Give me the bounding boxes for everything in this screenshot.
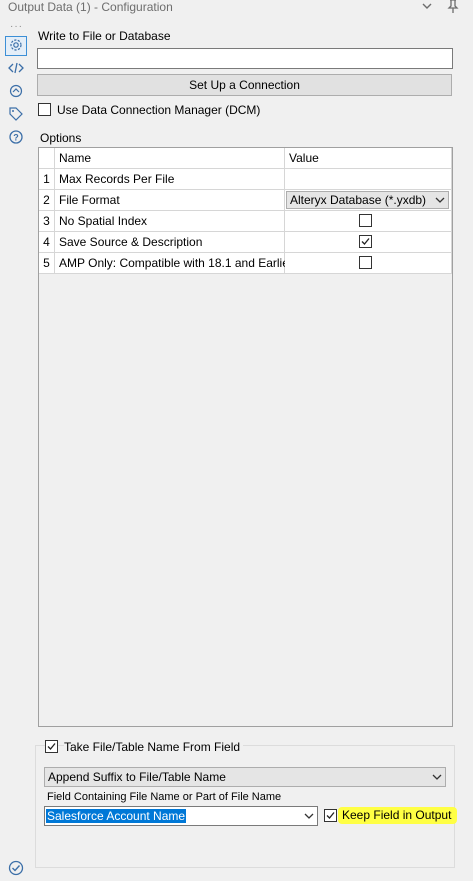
window-title: Output Data (1) - Configuration [8, 0, 173, 14]
dcm-label: Use Data Connection Manager (DCM) [57, 103, 261, 117]
title-bar: Output Data (1) - Configuration [0, 0, 473, 16]
check-circle-icon [8, 860, 24, 879]
chevron-down-icon [435, 193, 445, 211]
no-spatial-index-checkbox[interactable] [359, 214, 372, 227]
file-format-value: Alteryx Database (*.yxdb) [290, 193, 427, 207]
row-number: 4 [39, 232, 55, 253]
amp-only-cell [285, 253, 452, 274]
pin-icon[interactable] [446, 0, 460, 17]
chevron-down-icon [432, 770, 442, 789]
grid-corner [39, 148, 55, 169]
sidebar-item-help[interactable]: ? [5, 128, 27, 148]
options-grid: Name Value 1 Max Records Per File 2 File… [38, 147, 453, 727]
keep-field-label: Keep Field in Output [338, 807, 458, 824]
sidebar-item-configuration[interactable] [5, 36, 27, 56]
save-source-checkbox[interactable] [359, 235, 372, 248]
file-format-cell: Alteryx Database (*.yxdb) [285, 190, 452, 211]
save-source-cell [285, 232, 452, 253]
tag-icon [8, 106, 24, 125]
file-format-dropdown[interactable]: Alteryx Database (*.yxdb) [286, 191, 449, 209]
field-select-value: Salesforce Account Name [46, 809, 187, 823]
row-name-max-records: Max Records Per File [55, 169, 285, 190]
chevron-down-icon[interactable] [421, 0, 433, 16]
row-number: 2 [39, 190, 55, 211]
code-icon [8, 61, 24, 78]
sidebar-item-connection[interactable] [5, 82, 27, 102]
append-option-dropdown[interactable]: Append Suffix to File/Table Name [44, 767, 446, 787]
take-name-label: Take File/Table Name From Field [64, 740, 244, 754]
append-option-value: Append Suffix to File/Table Name [48, 770, 226, 784]
row-number: 3 [39, 211, 55, 232]
chevron-down-icon [304, 809, 314, 826]
sidebar-item-annotation[interactable] [5, 105, 27, 125]
grid-header-value: Value [285, 148, 452, 169]
options-label: Options [40, 131, 82, 145]
row-name-save-source: Save Source & Description [55, 232, 285, 253]
connection-icon [8, 83, 24, 102]
no-spatial-index-cell [285, 211, 452, 232]
dcm-checkbox[interactable] [38, 103, 51, 116]
field-label: Field Containing File Name or Part of Fi… [47, 791, 282, 803]
max-records-input[interactable] [285, 169, 452, 190]
sidebar-item-xml[interactable] [5, 59, 27, 79]
take-name-checkbox[interactable] [45, 740, 58, 753]
write-input[interactable] [37, 48, 453, 69]
checkmark-icon [47, 743, 56, 750]
sidebar: ··· ? [0, 16, 31, 881]
write-label: Write to File or Database [38, 29, 171, 43]
row-name-file-format: File Format [55, 190, 285, 211]
keep-field-checkbox[interactable] [324, 809, 337, 822]
setup-connection-button[interactable]: Set Up a Connection [37, 74, 452, 96]
row-number: 1 [39, 169, 55, 190]
setup-connection-label: Set Up a Connection [189, 78, 300, 92]
more-icon[interactable]: ··· [10, 22, 23, 32]
row-name-no-spatial-index: No Spatial Index [55, 211, 285, 232]
gear-icon [9, 38, 23, 55]
amp-only-checkbox[interactable] [359, 256, 372, 269]
help-icon: ? [8, 129, 24, 148]
grid-header-name: Name [55, 148, 285, 169]
row-name-amp-only: AMP Only: Compatible with 18.1 and Earli… [55, 253, 293, 274]
row-number: 5 [39, 253, 55, 274]
field-select[interactable]: Salesforce Account Name [44, 806, 318, 826]
checkmark-icon [361, 238, 370, 245]
checkmark-icon [326, 812, 335, 819]
svg-text:?: ? [13, 132, 19, 142]
